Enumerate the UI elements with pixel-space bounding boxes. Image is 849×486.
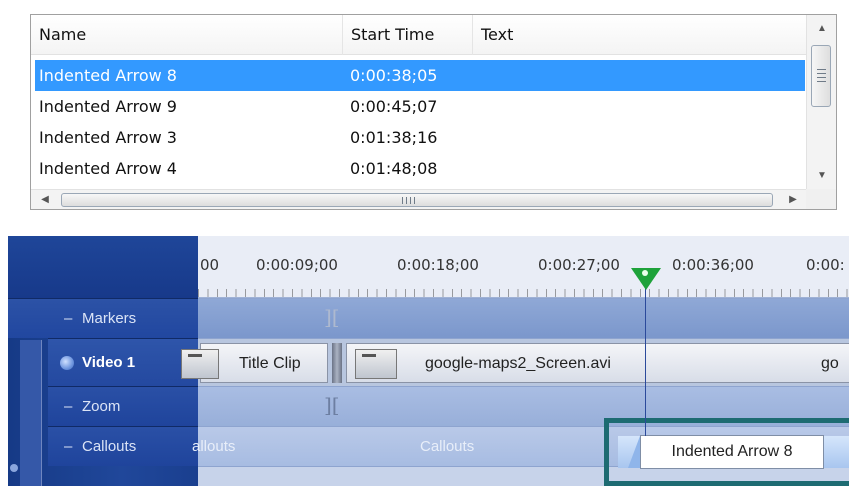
list-row[interactable]: Indented Arrow 8 0:00:38;05: [35, 60, 805, 91]
track-sidebar: – Markers Video 1 – Zoom – Callouts: [8, 236, 198, 486]
marker-bracket-icon: ][: [324, 305, 340, 329]
clip-label: go: [821, 355, 839, 372]
ruler-label: 0:00:: [806, 256, 845, 274]
row-name: Indented Arrow 4: [39, 159, 177, 178]
scrollbar-corner: [806, 189, 836, 209]
clip-label: google-maps2_Screen.avi: [425, 355, 611, 372]
ruler-label: 0:00:18;00: [397, 256, 479, 274]
tree-branch-icon: –: [64, 438, 73, 455]
track-label-video-1[interactable]: Video 1: [48, 338, 198, 386]
row-name: Indented Arrow 9: [39, 97, 177, 116]
video-clip-screen[interactable]: google-maps2_Screen.avi go: [346, 343, 849, 383]
ruler-label: 0:00:27;00: [538, 256, 620, 274]
list-row[interactable]: Indented Arrow 3 0:01:38;16: [35, 122, 805, 153]
row-name: Indented Arrow 3: [39, 128, 177, 147]
list-header: Name Start Time Text: [31, 15, 807, 55]
scroll-left-arrow-icon[interactable]: ◀: [35, 190, 55, 210]
clip-thumbnail: [355, 349, 397, 379]
scroll-right-arrow-icon[interactable]: ▶: [783, 190, 803, 210]
column-header-text[interactable]: Text: [472, 15, 807, 55]
scroll-down-arrow-icon[interactable]: ▼: [807, 166, 837, 186]
row-start-time: 0:01:48;08: [350, 159, 438, 178]
grip-icon: [402, 197, 416, 204]
list-row[interactable]: Indented Arrow 4 0:01:48;08: [35, 153, 805, 184]
row-name: Indented Arrow 8: [39, 66, 177, 85]
ruler-label: 0:00:36;00: [672, 256, 754, 274]
clip-thumbnail: [181, 349, 219, 379]
video-clip-title[interactable]: Title Clip: [181, 343, 328, 383]
row-start-time: 0:00:38;05: [350, 66, 438, 85]
clip-label: Title Clip: [239, 355, 301, 372]
list-row[interactable]: Indented Arrow 9 0:00:45;07: [35, 91, 805, 122]
timeline-tracks-area[interactable]: 00 0:00:09;00 0:00:18;00 0:00:27;00 0:00…: [181, 236, 849, 486]
ruler-label: 0:00:09;00: [256, 256, 338, 274]
time-ruler[interactable]: 00 0:00:09;00 0:00:18;00 0:00:27;00 0:00…: [198, 236, 849, 298]
tree-branch-icon: –: [64, 398, 73, 415]
zoom-bracket-icon: ][: [324, 393, 340, 417]
video-1-track[interactable]: Title Clip google-maps2_Screen.avi go: [181, 338, 849, 386]
track-label-markers[interactable]: – Markers: [8, 298, 198, 338]
playhead-dot: [642, 270, 648, 276]
collapse-icon[interactable]: –: [64, 299, 72, 339]
timeline: – Markers Video 1 – Zoom – Callouts 00 0…: [8, 236, 849, 486]
callout-clip-ghost[interactable]: allouts: [192, 427, 235, 467]
column-header-start-time[interactable]: Start Time: [342, 15, 472, 55]
callout-clip-ghost[interactable]: Callouts: [420, 427, 474, 467]
playhead-line: [645, 276, 646, 436]
row-start-time: 0:00:45;07: [350, 97, 438, 116]
horizontal-scroll-thumb[interactable]: [61, 193, 773, 207]
track-group-rail: [20, 340, 42, 486]
scroll-up-arrow-icon[interactable]: ▲: [807, 19, 837, 39]
column-header-name[interactable]: Name: [31, 15, 342, 55]
sidebar-header: [8, 236, 198, 298]
track-label-zoom[interactable]: – Zoom: [48, 386, 198, 426]
markers-track[interactable]: ][: [198, 298, 849, 338]
ruler-ticks: [198, 289, 849, 297]
track-name: Zoom: [82, 398, 121, 415]
track-name: Callouts: [82, 438, 137, 455]
vertical-scrollbar[interactable]: ▲ ▼: [806, 15, 836, 190]
markers-list-panel: Name Start Time Text Indented Arrow 8 0:…: [30, 14, 837, 210]
grip-icon: [817, 69, 826, 83]
vertical-scroll-thumb[interactable]: [811, 45, 831, 107]
track-name: Markers: [82, 310, 137, 327]
horizontal-scrollbar[interactable]: ◀ ▶: [31, 189, 807, 209]
track-name: Video 1: [82, 354, 136, 371]
expand-dot-icon[interactable]: [10, 464, 18, 472]
track-bullet-icon: [60, 356, 74, 370]
ruler-label: 00: [200, 256, 220, 274]
row-start-time: 0:01:38;16: [350, 128, 438, 147]
list-body: Indented Arrow 8 0:00:38;05 Indented Arr…: [31, 56, 807, 190]
selected-callout-label[interactable]: Indented Arrow 8: [640, 435, 824, 469]
clip-divider: [332, 343, 342, 383]
track-label-callouts[interactable]: – Callouts: [48, 426, 198, 466]
